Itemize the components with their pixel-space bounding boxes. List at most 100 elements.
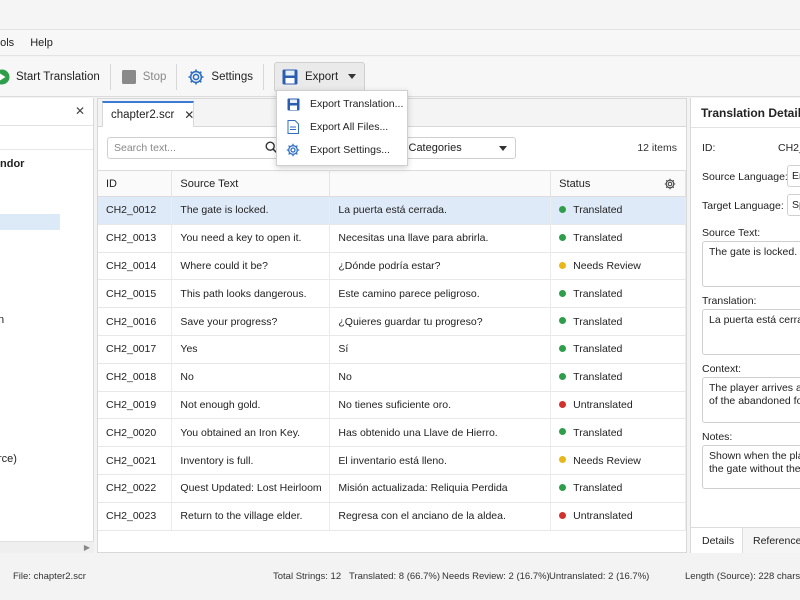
table-row[interactable]: CH2_0015 This path looks dangerous. Este c…: [98, 279, 686, 309]
cell-id[interactable]: CH2_0017: [98, 335, 173, 364]
translation-textarea[interactable]: La puerta está cerrad: [702, 309, 800, 355]
cell-id[interactable]: CH2_0022: [98, 474, 173, 503]
context-line: of the abandoned for: [709, 395, 800, 407]
cell-translation[interactable]: La puerta está cerrada.: [329, 196, 552, 225]
notes-textarea[interactable]: Shown when the play the gate without the…: [702, 445, 800, 489]
cell-status[interactable]: Translated: [550, 363, 686, 392]
status-untranslated: Untranslated: 2 (16.7%): [549, 571, 650, 582]
table-row[interactable]: CH2_0014 Where could it be? ¿Dónde podría …: [98, 252, 686, 281]
cell-id[interactable]: CH2_0018: [98, 363, 173, 392]
cell-translation[interactable]: Regresa con el anciano de la aldea.: [329, 502, 552, 531]
cell-translation[interactable]: No tienes suficiente oro.: [329, 391, 552, 420]
column-header-status[interactable]: Status: [550, 170, 686, 197]
tab-references[interactable]: References: [753, 528, 800, 553]
status-length: Length (Source): 228 chars: [685, 571, 800, 582]
cell-source-text[interactable]: You need a key to open it.: [171, 224, 331, 253]
cell-source-text[interactable]: You obtained an Iron Key.: [171, 418, 331, 448]
cell-translation[interactable]: Misión actualizada: Reliquia Perdida: [329, 474, 552, 503]
cell-status[interactable]: Translated: [550, 279, 686, 309]
stop-button[interactable]: Stop: [121, 62, 166, 92]
translation-value: La puerta está cerrad: [709, 314, 800, 326]
menu-item-export-settings[interactable]: Export Settings...: [277, 139, 407, 161]
cell-id[interactable]: CH2_0019: [98, 391, 173, 420]
horizontal-scrollbar[interactable]: ▶: [0, 541, 94, 553]
close-icon[interactable]: ✕: [75, 104, 85, 118]
menu-item-export-all-files[interactable]: Export All Files...: [277, 116, 407, 138]
cell-source-text[interactable]: Return to the village elder.: [171, 502, 331, 531]
scroll-right-icon[interactable]: ▶: [84, 543, 90, 552]
cell-source-text[interactable]: Yes: [171, 335, 331, 364]
target-language-select[interactable]: Sp: [787, 194, 800, 216]
cell-id[interactable]: CH2_0015: [98, 279, 173, 309]
cell-status[interactable]: Translated: [550, 196, 686, 225]
tree-item[interactable]: rce): [0, 453, 17, 465]
table-row[interactable]: CH2_0023 Return to the village elder. Regr…: [98, 502, 686, 531]
strings-table: ID Source Text Status CH2_0012 The gate i…: [98, 170, 686, 531]
column-header-translation[interactable]: [329, 170, 552, 197]
table-row[interactable]: CH2_0019 Not enough gold. No tienes sufici…: [98, 391, 686, 420]
cell-id[interactable]: CH2_0012: [98, 196, 173, 225]
cell-status[interactable]: Needs Review: [550, 252, 686, 281]
cell-translation[interactable]: El inventario está lleno.: [329, 446, 552, 475]
table-row[interactable]: CH2_0017 Yes Sí Translated: [98, 335, 686, 364]
cell-status[interactable]: Untranslated: [550, 391, 686, 420]
cell-translation[interactable]: No: [329, 363, 552, 392]
export-button[interactable]: Export: [273, 61, 366, 92]
cell-translation[interactable]: ¿Dónde podría estar?: [329, 252, 552, 281]
cell-status[interactable]: Needs Review: [550, 446, 686, 475]
cell-source-text[interactable]: Inventory is full.: [171, 446, 331, 475]
table-row[interactable]: CH2_0016 Save your progress? ¿Quieres guar…: [98, 307, 686, 336]
tab-chapter2[interactable]: chapter2.scr ✕: [102, 101, 194, 127]
source-language-select[interactable]: Er: [787, 165, 800, 187]
cell-source-text[interactable]: The gate is locked.: [171, 196, 331, 225]
cell-translation[interactable]: Has obtenido una Llave de Hierro.: [329, 418, 552, 448]
context-label: Context:: [702, 363, 742, 375]
cell-source-text[interactable]: This path looks dangerous.: [171, 279, 331, 309]
menu-item-export-translation[interactable]: Export Translation...: [277, 93, 407, 115]
cell-id[interactable]: CH2_0013: [98, 224, 173, 253]
menu-tools[interactable]: ools: [0, 37, 14, 49]
cell-status[interactable]: Translated: [550, 335, 686, 364]
tree-item[interactable]: ndor: [0, 158, 24, 170]
table-row[interactable]: CH2_0021 Inventory is full. El inventario …: [98, 446, 686, 475]
cell-translation[interactable]: Este camino parece peligroso.: [329, 279, 552, 309]
target-language-label: Target Language:: [702, 200, 784, 212]
status-header-label: Status: [559, 177, 591, 190]
table-row[interactable]: CH2_0020 You obtained an Iron Key. Has obt…: [98, 418, 686, 448]
cell-id[interactable]: CH2_0023: [98, 502, 173, 531]
cell-source-text[interactable]: Quest Updated: Lost Heirloom: [171, 474, 331, 503]
toolbar-separator: [109, 63, 111, 90]
tab-details[interactable]: Details: [691, 528, 743, 553]
status-dot-icon: [559, 428, 567, 436]
cell-id[interactable]: CH2_0014: [98, 252, 173, 281]
cell-id[interactable]: CH2_0021: [98, 446, 173, 475]
column-header-source[interactable]: Source Text: [171, 170, 331, 197]
cell-status[interactable]: Translated: [550, 307, 686, 336]
settings-button[interactable]: Settings: [187, 62, 253, 92]
column-settings-gear-icon[interactable]: [664, 178, 676, 193]
cell-status[interactable]: Translated: [550, 418, 686, 448]
start-translation-button[interactable]: Start Translation: [0, 62, 100, 92]
cell-id[interactable]: CH2_0016: [98, 307, 173, 336]
table-row[interactable]: CH2_0012 The gate is locked. La puerta est…: [98, 196, 686, 225]
cell-id[interactable]: CH2_0020: [98, 418, 173, 448]
tree-item[interactable]: n: [0, 314, 4, 326]
table-row[interactable]: CH2_0018 No No Translated: [98, 363, 686, 392]
cell-translation[interactable]: Sí: [329, 335, 552, 364]
search-input[interactable]: Search text...: [107, 137, 283, 159]
table-row[interactable]: CH2_0022 Quest Updated: Lost Heirloom Misi…: [98, 474, 686, 503]
cell-status[interactable]: Translated: [550, 474, 686, 503]
menu-help[interactable]: Help: [30, 37, 53, 49]
cell-source-text[interactable]: Where could it be?: [171, 252, 331, 281]
column-header-id[interactable]: ID: [98, 170, 173, 197]
cell-source-text[interactable]: Save your progress?: [171, 307, 331, 336]
close-icon[interactable]: ✕: [184, 108, 194, 122]
cell-status[interactable]: Translated: [550, 224, 686, 253]
cell-status[interactable]: Untranslated: [550, 502, 686, 531]
cell-translation[interactable]: ¿Quieres guardar tu progreso?: [329, 307, 552, 336]
cell-source-text[interactable]: No: [171, 363, 331, 392]
tree-selection[interactable]: [0, 214, 60, 230]
cell-translation[interactable]: Necesitas una llave para abrirla.: [329, 224, 552, 253]
cell-source-text[interactable]: Not enough gold.: [171, 391, 331, 420]
table-row[interactable]: CH2_0013 You need a key to open it. Necesi…: [98, 224, 686, 253]
